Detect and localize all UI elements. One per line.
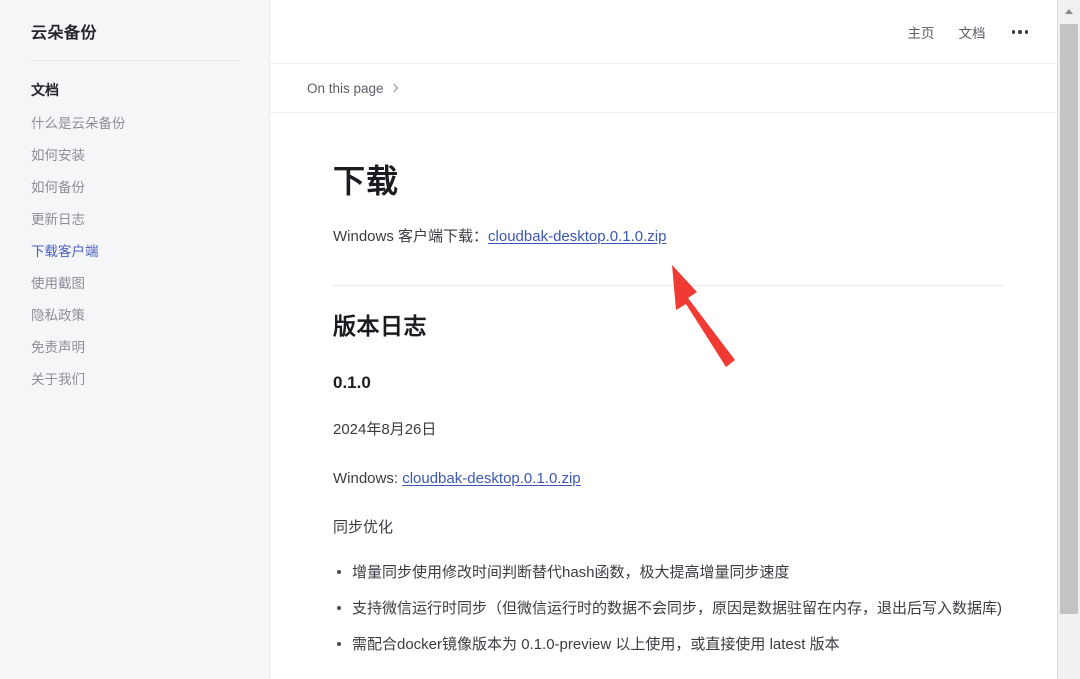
sidebar-item-how-to-install[interactable]: 如何安装: [31, 140, 246, 172]
sidebar-item-disclaimer[interactable]: 免责声明: [31, 332, 246, 364]
version-number: 0.1.0: [333, 372, 371, 392]
documentation-page: 云朵备份 文档 什么是云朵备份 如何安装 如何备份 更新日志 下载客户端 使用截…: [0, 0, 1080, 679]
top-bar: 主页 文档: [270, 0, 1057, 64]
sidebar-nav: 文档 什么是云朵备份 如何安装 如何备份 更新日志 下载客户端 使用截图 隐私政…: [31, 78, 246, 396]
list-item: 增量同步使用修改时间判断替代hash函数，极大提高增量同步速度: [337, 559, 1003, 586]
windows-prefix: Windows:: [333, 469, 403, 487]
scrollbar-thumb[interactable]: [1060, 24, 1078, 614]
sidebar-item-changelog[interactable]: 更新日志: [31, 204, 246, 236]
on-this-page-bar: On this page: [270, 64, 1057, 113]
list-item: 支持微信运行时同步（但微信运行时的数据不会同步，原因是数据驻留在内存，退出后写入…: [337, 595, 1003, 622]
sidebar-item-about-us[interactable]: 关于我们: [31, 364, 246, 396]
sidebar-section-title: 文档: [31, 82, 59, 98]
sidebar-divider: [31, 60, 240, 61]
download-line-prefix: Windows 客户端下载：: [333, 228, 489, 245]
list-item: 需配合docker镜像版本为 0.1.0-preview 以上使用，或直接使用 …: [337, 631, 1003, 658]
sidebar-item-what-is[interactable]: 什么是云朵备份: [31, 108, 246, 140]
sidebar-item-download-client[interactable]: 下载客户端: [31, 236, 246, 268]
windows-download-line: Windows: cloudbak-desktop.0.1.0.zip: [333, 466, 1003, 492]
sidebar-item-privacy-policy[interactable]: 隐私政策: [31, 300, 246, 332]
release-date: 2024年8月26日: [333, 420, 437, 438]
topnav-docs[interactable]: 文档: [959, 22, 986, 42]
chevron-right-icon: [389, 83, 398, 93]
download-zip-link[interactable]: cloudbak-desktop.0.1.0.zip: [488, 228, 666, 245]
section-divider: [333, 285, 1003, 286]
scroll-up-arrow-icon[interactable]: [1058, 0, 1080, 22]
changelog-title: 版本日志: [333, 313, 427, 339]
on-this-page-label: On this page: [307, 80, 384, 96]
page-title: 下载: [333, 163, 400, 199]
topnav-home[interactable]: 主页: [908, 22, 935, 42]
sidebar: 云朵备份 文档 什么是云朵备份 如何安装 如何备份 更新日志 下载客户端 使用截…: [0, 0, 270, 679]
sidebar-item-how-to-backup[interactable]: 如何备份: [31, 172, 246, 204]
main-content: 下载 Windows 客户端下载：cloudbak-desktop.0.1.0.…: [270, 113, 1057, 679]
vertical-scrollbar[interactable]: [1057, 0, 1080, 679]
changelog-bullets: 增量同步使用修改时间判断替代hash函数，极大提高增量同步速度 支持微信运行时同…: [333, 559, 1003, 658]
sidebar-item-screenshots[interactable]: 使用截图: [31, 268, 246, 300]
brand-logo[interactable]: 云朵备份: [31, 19, 97, 43]
top-nav: 主页 文档: [908, 0, 1031, 64]
ellipsis-icon[interactable]: [1010, 26, 1031, 38]
download-line: Windows 客户端下载：cloudbak-desktop.0.1.0.zip: [333, 224, 1003, 250]
on-this-page-toggle[interactable]: On this page: [307, 80, 398, 96]
sync-heading: 同步优化: [333, 518, 394, 536]
windows-zip-link[interactable]: cloudbak-desktop.0.1.0.zip: [402, 470, 580, 487]
